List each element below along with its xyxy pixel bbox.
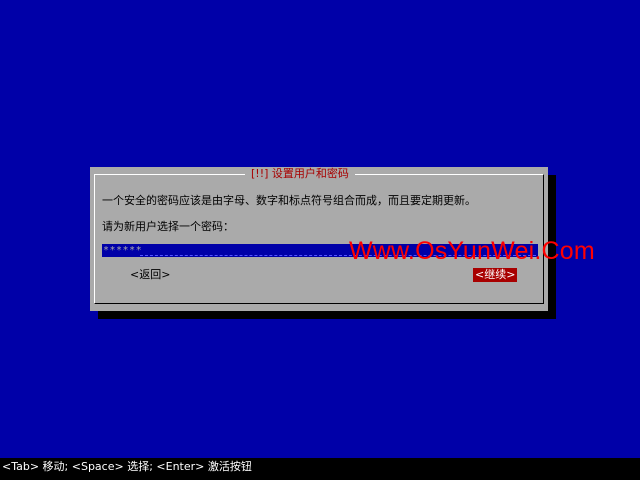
watermark: Www.OsYunWei.Com: [349, 237, 595, 265]
continue-button[interactable]: <继续>: [473, 268, 518, 282]
password-prompt: 请为新用户选择一个密码：: [102, 220, 234, 233]
status-bar: <Tab> 移动; <Space> 选择; <Enter> 激活按钮: [0, 458, 640, 480]
installer-screen: [!!] 设置用户和密码 一个安全的密码应该是由字母、数字和标点符号组合而成，而…: [0, 0, 640, 480]
dialog-title: [!!] 设置用户和密码: [245, 167, 355, 181]
dialog-description: 一个安全的密码应该是由字母、数字和标点符号组合而成，而且要定期更新。: [102, 194, 476, 207]
back-button[interactable]: <返回>: [128, 268, 172, 282]
status-bar-help: <Tab> 移动; <Space> 选择; <Enter> 激活按钮: [2, 460, 252, 473]
password-masked-value: ******: [103, 245, 143, 256]
